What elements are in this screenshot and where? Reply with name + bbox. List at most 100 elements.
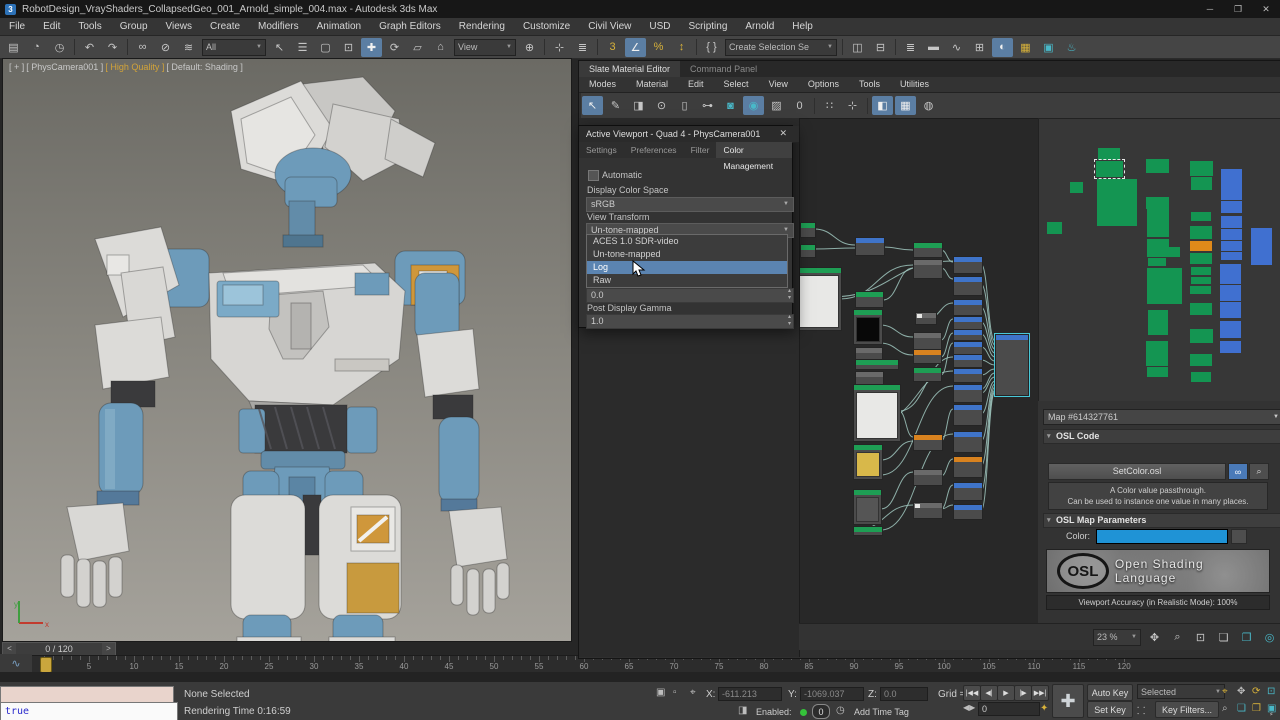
material-node[interactable] <box>953 341 983 355</box>
material-node[interactable] <box>800 222 816 238</box>
material-node[interactable] <box>913 332 942 350</box>
material-node[interactable] <box>995 334 1029 396</box>
fov-icon[interactable]: ⌖ <box>1222 686 1228 697</box>
menu-graph-editors[interactable]: Graph Editors <box>370 18 450 35</box>
map-name-dropdown[interactable]: Map #614327761 ▼ <box>1043 409 1280 425</box>
angle-snap-icon[interactable]: ∠ <box>625 38 646 57</box>
pick-material-icon[interactable]: ✎ <box>605 96 626 115</box>
select-object-icon[interactable]: ↖ <box>269 38 290 57</box>
menu-views[interactable]: Views <box>157 18 202 35</box>
key-filters-button[interactable]: Key Filters... <box>1155 701 1219 718</box>
material-node[interactable] <box>800 244 816 258</box>
slate-menu-tools[interactable]: Tools <box>849 77 890 92</box>
menu-group[interactable]: Group <box>111 18 157 35</box>
zero-chip[interactable]: 0 <box>812 704 830 719</box>
close-button[interactable]: ✕ <box>1252 0 1280 18</box>
current-frame-field[interactable]: 0 <box>978 702 1040 716</box>
select-rotate-icon[interactable]: ⟳ <box>384 38 405 57</box>
offset-mode-icon[interactable]: ▫ <box>673 687 677 698</box>
frame-nudge-icon[interactable]: ◀▶ <box>963 703 975 712</box>
spinner-arrows-icon[interactable]: ▴▾ <box>788 288 791 302</box>
node-view[interactable] <box>799 118 1040 625</box>
next-frame-button[interactable]: |▶ <box>1014 685 1032 701</box>
redo-levels-icon[interactable]: ◷ <box>49 38 70 57</box>
color-map-button[interactable] <box>1231 529 1247 544</box>
put-to-library-icon[interactable]: ◨ <box>628 96 649 115</box>
material-node[interactable] <box>953 404 983 426</box>
menu-edit[interactable]: Edit <box>34 18 69 35</box>
move-children-icon[interactable]: ⊶ <box>697 96 718 115</box>
keyboard-override-icon[interactable]: ≣ <box>572 38 593 57</box>
pan-to-selected-icon[interactable]: ◎ <box>1259 628 1280 647</box>
viewport-label[interactable]: [ + ][ PhysCamera001 ][ High Quality ][ … <box>9 62 243 72</box>
select-tool-icon[interactable]: ↖ <box>582 96 603 115</box>
scene-explorer-icon[interactable]: ▤ <box>3 38 24 57</box>
named-sets-icon[interactable]: { } <box>701 38 722 57</box>
show-background-icon[interactable]: ▨ <box>766 96 787 115</box>
auto-key-button[interactable]: Auto Key <box>1087 684 1133 701</box>
material-node[interactable] <box>853 444 883 480</box>
dock-tab-command-panel[interactable]: Command Panel <box>680 61 767 77</box>
material-node[interactable] <box>913 502 943 519</box>
bind-spacewarp-icon[interactable]: ≋ <box>178 38 199 57</box>
view-transform-option[interactable]: ACES 1.0 SDR-video <box>587 235 787 248</box>
material-node[interactable] <box>953 384 983 403</box>
material-node[interactable] <box>953 368 983 383</box>
slate-menu-view[interactable]: View <box>759 77 798 92</box>
zoom-tool-icon[interactable]: ⌕ <box>1167 628 1188 647</box>
show-shaded-in-viewport-icon[interactable]: ◉ <box>743 96 764 115</box>
snap-3d-icon[interactable]: 3 <box>602 38 623 57</box>
viewport-label-part[interactable]: [ Default: Shading ] <box>166 62 243 72</box>
assign-to-selection-icon[interactable]: ◙ <box>720 96 741 115</box>
rendered-frame-icon[interactable]: ▣ <box>1038 38 1059 57</box>
undo-icon[interactable]: ↶ <box>79 38 100 57</box>
exposure-spinner[interactable]: 0.0 ▴▾ <box>586 288 794 303</box>
nodeview-zoom-dropdown[interactable]: 23 %▼ <box>1093 629 1141 646</box>
material-node[interactable] <box>915 312 937 325</box>
material-node[interactable] <box>853 526 883 536</box>
material-node[interactable] <box>953 329 983 341</box>
material-node[interactable] <box>855 237 885 256</box>
menu-help[interactable]: Help <box>783 18 822 35</box>
window-crossing-icon[interactable]: ⊡ <box>338 38 359 57</box>
spinner-arrows-icon[interactable]: ▴▾ <box>788 314 791 328</box>
material-node[interactable] <box>853 489 882 525</box>
menu-civil-view[interactable]: Civil View <box>579 18 640 35</box>
osl-link-icon[interactable]: ∞ <box>1228 463 1248 480</box>
undo-levels-icon[interactable]: ◔ <box>26 38 47 57</box>
ribbon-toggle-icon[interactable]: ▬ <box>923 38 944 57</box>
selection-region-icon[interactable]: ▢ <box>315 38 336 57</box>
material-editor-icon[interactable]: ◐ <box>992 38 1013 57</box>
select-move-icon[interactable]: ✚ <box>361 38 382 57</box>
render-setup-icon[interactable]: ▦ <box>1015 38 1036 57</box>
selection-filter-dropdown[interactable]: All▼ <box>202 39 266 56</box>
navigation-gizmo-button[interactable]: ✚ <box>1052 684 1084 718</box>
slate-menu-select[interactable]: Select <box>714 77 759 92</box>
menu-tools[interactable]: Tools <box>69 18 110 35</box>
dock-tab-slate-material-editor[interactable]: Slate Material Editor <box>579 61 680 77</box>
select-place-icon[interactable]: ⌂ <box>430 38 451 57</box>
x-coordinate-field[interactable]: -611.213 <box>718 687 782 701</box>
dialog-close-icon[interactable]: ✕ <box>779 128 787 139</box>
go-to-end-button[interactable]: ▶▶| <box>1031 685 1049 701</box>
view-transform-option[interactable]: Raw <box>587 274 787 287</box>
menu-file[interactable]: File <box>0 18 34 35</box>
menu-customize[interactable]: Customize <box>514 18 579 35</box>
key-mode-icon[interactable]: ✦ <box>1040 703 1048 714</box>
timeline-playhead[interactable] <box>40 657 52 673</box>
pan-hand-icon[interactable]: ✥ <box>1144 628 1165 647</box>
menu-animation[interactable]: Animation <box>308 18 370 35</box>
material-node[interactable] <box>953 276 983 296</box>
viewport-label-part[interactable]: [ + ] <box>9 62 24 72</box>
material-node[interactable] <box>953 431 983 453</box>
orbit-icon[interactable]: ⟳ <box>1252 686 1260 697</box>
delete-node-icon[interactable]: ▯ <box>674 96 695 115</box>
view-transform-option[interactable]: Un-tone-mapped <box>587 248 787 261</box>
menu-create[interactable]: Create <box>201 18 249 35</box>
menu-rendering[interactable]: Rendering <box>450 18 514 35</box>
material-node[interactable] <box>855 359 899 370</box>
dialog-title[interactable]: Active Viewport - Quad 4 - PhysCamera001 <box>579 126 799 143</box>
zoom-icon[interactable]: ⌕ <box>1222 703 1228 714</box>
osl-code-rollout[interactable]: OSL Code <box>1043 429 1280 444</box>
material-node[interactable] <box>953 456 983 478</box>
